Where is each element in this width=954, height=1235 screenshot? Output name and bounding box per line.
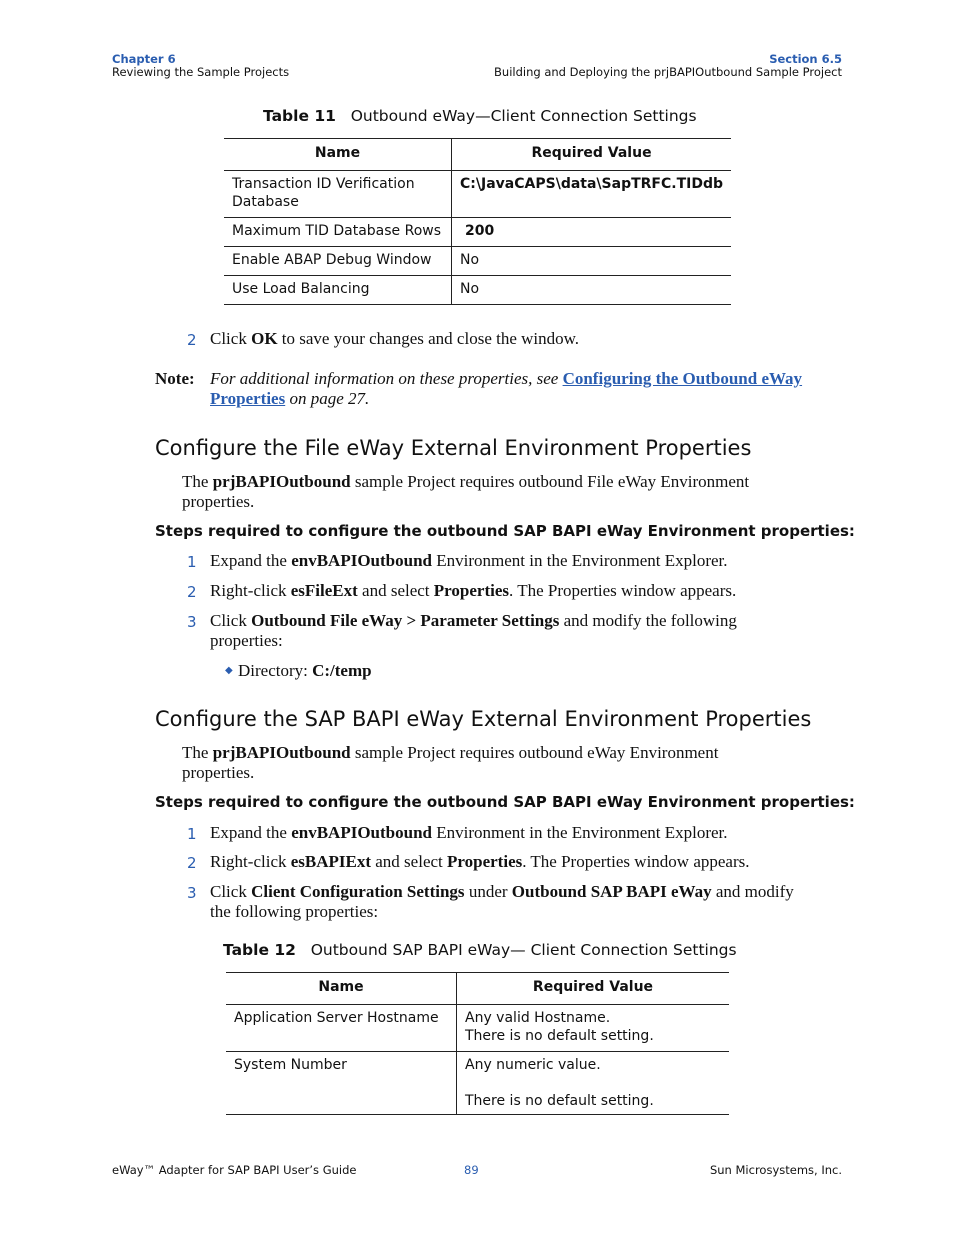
note-text: For additional information on these prop…: [210, 369, 810, 409]
value-line-blank: [465, 1074, 721, 1092]
value-line: There is no default setting.: [465, 1093, 654, 1109]
step-text-part: . The Properties window appears.: [522, 852, 750, 871]
step-bold-term: Properties: [433, 581, 509, 600]
intro-part: The: [182, 472, 213, 491]
step-text: Click OK to save your changes and close …: [210, 329, 579, 349]
step-bold-term: Outbound File eWay > Parameter Settings: [251, 611, 560, 630]
section-sap-heading: Configure the SAP BAPI eWay External Env…: [155, 707, 812, 731]
step-text-part: and select: [371, 852, 448, 871]
table11-header-value: Required Value: [451, 138, 731, 171]
step-text-part: Click: [210, 329, 252, 348]
table11-cell-name: Enable ABAP Debug Window: [224, 246, 452, 276]
step-text: Expand the envBAPIOutbound Environment i…: [210, 551, 805, 571]
directory-value: C:/temp: [312, 661, 372, 680]
step-text: Click Client Configuration Settings unde…: [210, 882, 805, 922]
footer-page-number: 89: [464, 1163, 479, 1177]
value-line: Any numeric value.: [465, 1057, 601, 1073]
note-text-part: on page 27.: [285, 389, 370, 408]
step-bold-term: Properties: [447, 852, 523, 871]
section-file-intro: The prjBAPIOutbound sample Project requi…: [182, 472, 812, 512]
step-bold-term: esBAPIExt: [290, 852, 372, 871]
step-text: Right-click esBAPIExt and select Propert…: [210, 852, 805, 872]
table12-cell-value: Any valid Hostname. There is no default …: [456, 1004, 729, 1052]
section-sap-intro: The prjBAPIOutbound sample Project requi…: [182, 743, 792, 783]
table12-caption: Table 12 Outbound SAP BAPI eWay— Client …: [223, 941, 737, 959]
section-sap-steps-title: Steps required to configure the outbound…: [155, 793, 855, 811]
header-section-title: Building and Deploying the prjBAPIOutbou…: [494, 65, 842, 79]
directory-bullet: Directory: C:/temp: [238, 661, 372, 681]
table12-header-value: Required Value: [456, 972, 729, 1005]
step-text-part: Expand the: [210, 551, 292, 570]
step-text-part: Right-click: [210, 581, 291, 600]
step-bold-term: envBAPIOutbound: [291, 823, 432, 842]
footer-company: Sun Microsystems, Inc.: [709, 1163, 842, 1177]
table11-caption: Table 11 Outbound eWay—Client Connection…: [263, 107, 697, 125]
note-text-part: For additional information on these prop…: [210, 369, 563, 388]
table-row: Maximum TID Database Rows 200: [224, 217, 731, 247]
header-left: Chapter 6 Reviewing the Sample Projects: [112, 53, 289, 79]
intro-part: The: [182, 743, 213, 762]
table12-cell-value: Any numeric value. There is no default s…: [456, 1051, 729, 1115]
header-chapter-title: Reviewing the Sample Projects: [112, 65, 290, 79]
table11-cell-value: C:\JavaCAPS\data\SapTRFC.TIDdb: [451, 170, 731, 218]
value-line: Any valid Hostname.: [465, 1010, 611, 1026]
step-text: Right-click esFileExt and select Propert…: [210, 581, 805, 601]
step-text-part: Click: [210, 882, 252, 901]
step-text-part: under: [464, 882, 512, 901]
value-line: There is no default setting.: [465, 1028, 654, 1044]
table12-cell-name: Application Server Hostname: [226, 1004, 457, 1052]
table11-caption-label: Table 11: [263, 107, 336, 125]
step-number: 2: [187, 854, 197, 872]
step-number: 1: [187, 825, 197, 843]
bullet-diamond-icon: ◆: [225, 665, 233, 676]
step-text-part: Expand the: [210, 823, 292, 842]
step-text-part: Environment in the Environment Explorer.: [431, 823, 728, 842]
step-bold-term: envBAPIOutbound: [291, 551, 432, 570]
step-text-part: Right-click: [210, 852, 291, 871]
table12-caption-text: Outbound SAP BAPI eWay— Client Connectio…: [310, 941, 737, 959]
table12-caption-label: Table 12: [223, 941, 296, 959]
table12: Name Required Value Application Server H…: [226, 972, 729, 1115]
ok-label: OK: [251, 329, 278, 348]
table-row: Enable ABAP Debug Window No: [224, 246, 731, 276]
step-text-part: to save your changes and close the windo…: [277, 329, 580, 348]
table11: Name Required Value Transaction ID Verif…: [224, 138, 731, 305]
step-number: 3: [187, 613, 197, 631]
step-number: 2: [187, 583, 197, 601]
step-number: 1: [187, 553, 197, 571]
table11-cell-name: Transaction ID Verification Database: [224, 170, 452, 218]
section-file-steps-title: Steps required to configure the outbound…: [155, 522, 855, 540]
table-row: Use Load Balancing No: [224, 275, 731, 305]
directory-label: Directory:: [238, 661, 313, 680]
table11-cell-value: No: [451, 246, 731, 276]
step-bold-term: Client Configuration Settings: [251, 882, 465, 901]
table-row: Application Server Hostname Any valid Ho…: [226, 1004, 729, 1052]
header-right: Section 6.5 Building and Deploying the p…: [494, 53, 842, 79]
step-text: Expand the envBAPIOutbound Environment i…: [210, 823, 805, 843]
step-text-part: . The Properties window appears.: [509, 581, 737, 600]
step-bold-term: esFileExt: [290, 581, 358, 600]
table-row: Transaction ID Verification Database C:\…: [224, 170, 731, 218]
table11-caption-text: Outbound eWay—Client Connection Settings: [350, 107, 697, 125]
step-number: 2: [187, 331, 197, 349]
table11-cell-name: Maximum TID Database Rows: [224, 217, 452, 247]
step-text-part: and select: [357, 581, 434, 600]
table-row: System Number Any numeric value. There i…: [226, 1051, 729, 1115]
step-text-part: Environment in the Environment Explorer.: [431, 551, 728, 570]
step-bold-term: Outbound SAP BAPI eWay: [511, 882, 712, 901]
footer-title: eWay™ Adapter for SAP BAPI User’s Guide: [112, 1163, 357, 1177]
table12-header-name: Name: [226, 972, 457, 1005]
table11-cell-value: 200: [451, 217, 731, 247]
table11-cell-name: Use Load Balancing: [224, 275, 452, 305]
step-text-part: Click: [210, 611, 252, 630]
table12-cell-name: System Number: [226, 1051, 457, 1115]
section-file-heading: Configure the File eWay External Environ…: [155, 436, 752, 460]
table11-header-name: Name: [224, 138, 452, 171]
project-name: prjBAPIOutbound: [212, 743, 351, 762]
step-number: 3: [187, 884, 197, 902]
project-name: prjBAPIOutbound: [212, 472, 351, 491]
table11-cell-value: No: [451, 275, 731, 305]
note-label: Note:: [155, 369, 195, 388]
step-text: Click Outbound File eWay > Parameter Set…: [210, 611, 805, 651]
